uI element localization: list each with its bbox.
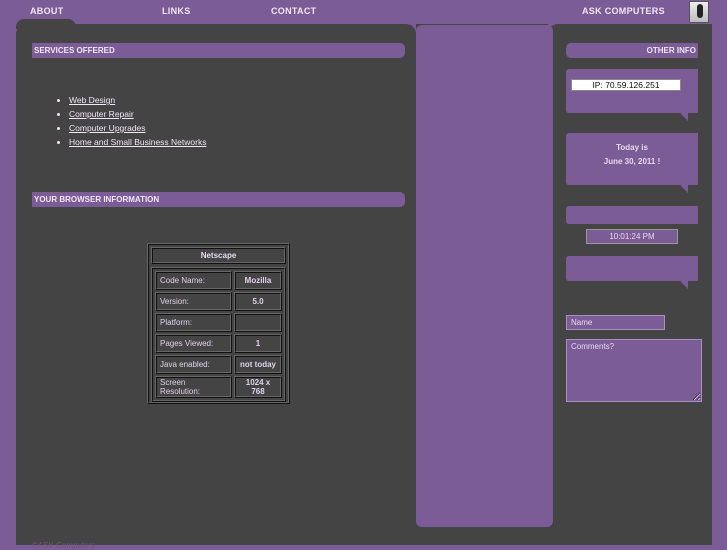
table-row: Platform:	[155, 313, 282, 332]
comments-textarea[interactable]	[566, 339, 702, 402]
active-tab-indicator	[16, 19, 76, 29]
nav-contact[interactable]: CONTACT	[271, 6, 316, 16]
browser-name: Netscape	[151, 247, 286, 264]
service-link[interactable]: Computer Repair	[69, 109, 134, 119]
nav-about[interactable]: ABOUT	[30, 6, 64, 16]
ip-address: IP: 70.59.126.251	[571, 79, 681, 91]
row-value	[234, 313, 282, 332]
browser-info-header: YOUR BROWSER INFORMATION	[32, 192, 405, 207]
browser-info-table: Netscape Code Name: Mozilla Version: 5.0 P…	[147, 243, 290, 404]
today-date: June 30, 2011 !	[603, 157, 661, 166]
table-row: Screen Resolution: 1024 x 768	[155, 376, 282, 398]
list-item: Home and Small Business Networks	[69, 137, 206, 147]
footer-panel	[16, 527, 712, 545]
list-item: Computer Repair	[69, 109, 206, 119]
row-value: 1024 x 768	[234, 376, 282, 398]
other-info-header: OTHER INFO	[566, 43, 698, 58]
row-value: not today	[234, 355, 282, 374]
services-list: Web Design Computer Repair Computer Upgr…	[56, 95, 206, 151]
clock-display: 10:01:24 PM	[586, 229, 678, 244]
row-value: 1	[234, 334, 282, 353]
empty-bubble	[566, 256, 698, 289]
table-row: Version: 5.0	[155, 292, 282, 311]
service-link[interactable]: Home and Small Business Networks	[69, 137, 206, 147]
table-row: Pages Viewed: 1	[155, 334, 282, 353]
row-label: Version:	[155, 292, 232, 311]
row-label: Platform:	[155, 313, 232, 332]
clock-bar	[566, 206, 698, 224]
nav-ask-computers[interactable]: ASK COMPUTERS	[582, 6, 665, 16]
date-bubble: Today is June 30, 2011 !	[566, 133, 698, 193]
today-label: Today is	[616, 143, 648, 152]
row-label: Pages Viewed:	[155, 334, 232, 353]
row-label: Code Name:	[155, 271, 232, 290]
row-value: Mozilla	[234, 271, 282, 290]
service-link[interactable]: Web Design	[69, 95, 115, 105]
name-input[interactable]	[566, 315, 665, 330]
footer-copyright: ©ASK Computers	[32, 541, 96, 550]
row-label: Java enabled:	[155, 355, 232, 374]
row-label: Screen Resolution:	[155, 376, 232, 398]
nav-links[interactable]: LINKS	[162, 6, 191, 16]
row-value: 5.0	[234, 292, 282, 311]
list-item: Computer Upgrades	[69, 123, 206, 133]
services-header: SERVICES OFFERED	[32, 43, 405, 58]
logo-icon	[689, 1, 709, 23]
table-row: Code Name: Mozilla	[155, 271, 282, 290]
ip-bubble: IP: 70.59.126.251	[566, 69, 698, 121]
table-row: Java enabled: not today	[155, 355, 282, 374]
service-link[interactable]: Computer Upgrades	[69, 123, 146, 133]
list-item: Web Design	[69, 95, 206, 105]
middle-column	[416, 25, 553, 527]
